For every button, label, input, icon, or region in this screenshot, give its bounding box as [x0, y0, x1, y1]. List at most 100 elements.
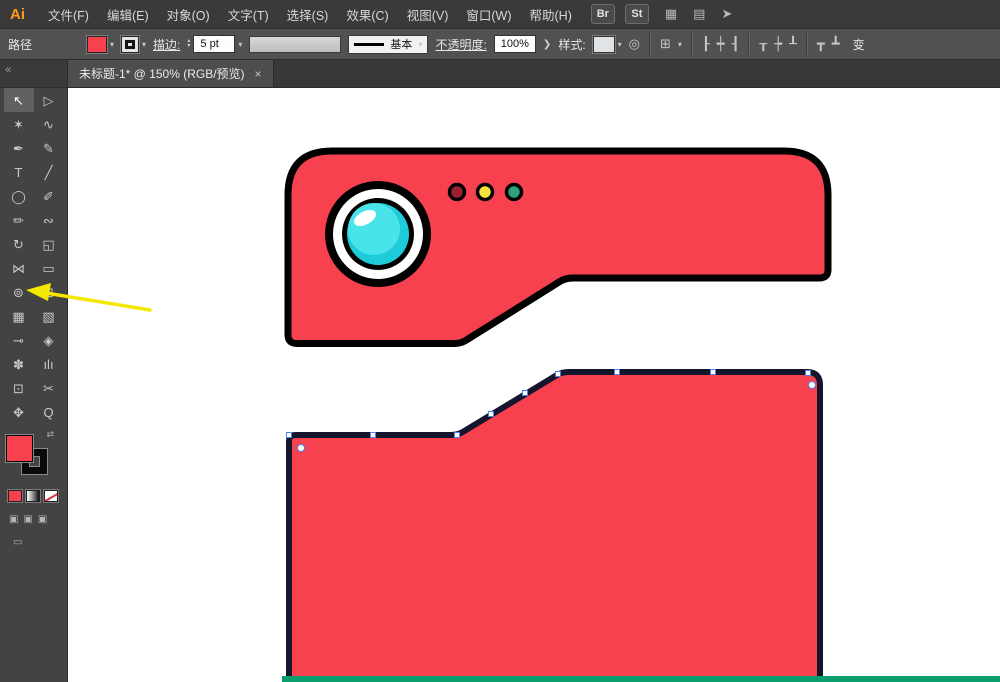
- corner-widget[interactable]: [808, 381, 816, 389]
- panel-collapse-icon[interactable]: «: [0, 60, 67, 88]
- blend-tool[interactable]: ◈: [34, 328, 64, 352]
- distribute-buttons: ┰ ┾ ┸: [759, 36, 796, 52]
- close-icon[interactable]: ×: [255, 67, 262, 81]
- align-middle-icon[interactable]: ┾: [774, 36, 782, 52]
- align-right-icon[interactable]: ┨: [732, 36, 740, 52]
- divider: [690, 33, 693, 55]
- anchor-point[interactable]: [805, 370, 811, 376]
- anchor-point[interactable]: [454, 432, 460, 438]
- swap-fill-stroke-icon[interactable]: ⇄: [46, 429, 54, 440]
- perspective-grid-tool[interactable]: ⊞: [34, 280, 64, 304]
- shaper-tool[interactable]: ∾: [34, 208, 64, 232]
- menu-view[interactable]: 视图(V): [398, 5, 458, 24]
- rotate-tool[interactable]: ↻: [4, 232, 34, 256]
- stepper-arrows-icon[interactable]: ▴ ▾: [187, 38, 190, 49]
- gradient-tool[interactable]: ▧: [34, 304, 64, 328]
- free-transform-tool[interactable]: ▭: [34, 256, 64, 280]
- align-left-icon[interactable]: ┠: [702, 36, 710, 52]
- anchor-point[interactable]: [286, 432, 292, 438]
- fill-indicator[interactable]: [6, 435, 33, 462]
- draw-inside-icon[interactable]: ▣: [38, 514, 47, 525]
- distribute-top-icon[interactable]: ┳: [817, 36, 825, 52]
- anchor-point[interactable]: [710, 369, 716, 375]
- opacity-label[interactable]: 不透明度:: [435, 36, 486, 53]
- indicator-red[interactable]: [447, 182, 467, 202]
- brush-definition-dropdown[interactable]: 基本 ▾: [348, 34, 429, 54]
- stroke-weight-value[interactable]: 5 pt: [193, 35, 236, 53]
- scale-tool[interactable]: ◱: [34, 232, 64, 256]
- curvature-tool[interactable]: ✎: [34, 136, 64, 160]
- gradient-button[interactable]: [26, 490, 40, 502]
- anchor-point[interactable]: [488, 411, 494, 417]
- align-buttons: ┠ ┿ ┨: [702, 36, 739, 52]
- menu-window[interactable]: 窗口(W): [457, 5, 520, 24]
- hand-tool[interactable]: ✥: [4, 400, 34, 424]
- canvas[interactable]: [68, 88, 1000, 682]
- bridge-badge[interactable]: Br: [590, 4, 615, 24]
- stroke-weight-stepper[interactable]: ▴ ▾ 5 pt ▾: [187, 35, 242, 53]
- stock-badge[interactable]: St: [624, 4, 649, 24]
- pencil-tool[interactable]: ✏: [4, 208, 34, 232]
- slice-tool[interactable]: ✂: [34, 376, 64, 400]
- lens[interactable]: [325, 181, 431, 287]
- line-segment-tool[interactable]: ╱: [34, 160, 64, 184]
- stroke-color-picker[interactable]: ▾: [121, 35, 146, 53]
- artboard-tool[interactable]: ⊡: [4, 376, 34, 400]
- color-button[interactable]: [8, 490, 22, 502]
- menu-file[interactable]: 文件(F): [39, 5, 98, 24]
- anchor-point[interactable]: [370, 432, 376, 438]
- paintbrush-tool[interactable]: ✐: [34, 184, 64, 208]
- lasso-tool[interactable]: ∿: [34, 112, 64, 136]
- direct-selection-tool[interactable]: ▷: [34, 88, 64, 112]
- pokedex-bottom-shape[interactable]: [286, 369, 823, 682]
- shape-builder-tool[interactable]: ⊚: [4, 280, 34, 304]
- zoom-tool[interactable]: Q: [34, 400, 64, 424]
- graphic-style-dropdown[interactable]: ▾: [592, 35, 622, 53]
- magic-wand-tool[interactable]: ✶: [4, 112, 34, 136]
- menu-select[interactable]: 选择(S): [278, 5, 338, 24]
- workspace-switcher-icon[interactable]: ▤: [693, 6, 705, 22]
- indicator-green[interactable]: [504, 182, 524, 202]
- type-tool[interactable]: T: [4, 160, 34, 184]
- draw-behind-icon[interactable]: ▣: [23, 514, 32, 525]
- symbol-sprayer-tool[interactable]: ✽: [4, 352, 34, 376]
- align-bottom-icon[interactable]: ┸: [789, 36, 797, 52]
- document-setup-icon[interactable]: ⊞: [660, 36, 671, 52]
- opacity-value[interactable]: 100%: [493, 35, 536, 53]
- menu-help[interactable]: 帮助(H): [521, 5, 581, 24]
- document-area: 未标题-1* @ 150% (RGB/预览) ×: [68, 60, 1000, 682]
- corner-widget[interactable]: [297, 444, 305, 452]
- document-tab[interactable]: 未标题-1* @ 150% (RGB/预览) ×: [68, 60, 274, 87]
- draw-normal-icon[interactable]: ▣: [9, 514, 18, 525]
- distribute-bottom-icon[interactable]: ┻: [832, 36, 840, 52]
- ellipse-tool[interactable]: ◯: [4, 184, 34, 208]
- green-edge-shape[interactable]: [282, 676, 1000, 682]
- workspace: « ↖ ▷ ✶ ∿ ✒ ✎ T ╱ ◯ ✐ ✏ ∾ ↻ ◱ ⋈ ▭ ⊚ ⊞ ▦ …: [0, 60, 1000, 682]
- menu-type[interactable]: 文字(T): [219, 5, 278, 24]
- mesh-tool[interactable]: ▦: [4, 304, 34, 328]
- recolor-artwork-icon[interactable]: ◎: [629, 36, 640, 52]
- pen-tool[interactable]: ✒: [4, 136, 34, 160]
- selection-tool[interactable]: ↖: [3, 88, 34, 112]
- menu-object[interactable]: 对象(O): [158, 5, 219, 24]
- none-button[interactable]: [44, 490, 58, 502]
- share-icon[interactable]: ➤: [721, 6, 732, 22]
- arrange-documents-icon[interactable]: ▦: [665, 6, 677, 22]
- control-bar: 路径 ▾ ▾ 描边: ▴ ▾ 5 pt ▾ ▾ 基本 ▾ 不透明度: 100% ❯…: [0, 28, 1000, 60]
- anchor-point[interactable]: [614, 369, 620, 375]
- width-tool[interactable]: ⋈: [4, 256, 34, 280]
- screen-mode-icon[interactable]: ▭: [13, 537, 22, 548]
- stroke-label[interactable]: 描边:: [153, 36, 180, 53]
- eyedropper-tool[interactable]: ⊸: [4, 328, 34, 352]
- anchor-point[interactable]: [555, 371, 561, 377]
- column-graph-tool[interactable]: ılı: [34, 352, 64, 376]
- indicator-yellow[interactable]: [475, 182, 495, 202]
- anchor-point[interactable]: [522, 390, 528, 396]
- stroke-profile-dropdown[interactable]: ▾: [249, 35, 342, 53]
- fill-color-picker[interactable]: ▾: [87, 35, 114, 53]
- menu-edit[interactable]: 编辑(E): [98, 5, 158, 24]
- align-top-icon[interactable]: ┰: [759, 36, 767, 52]
- align-center-icon[interactable]: ┿: [717, 36, 725, 52]
- menu-effect[interactable]: 效果(C): [337, 5, 397, 24]
- opacity-panel-arrow[interactable]: ❯: [543, 39, 551, 50]
